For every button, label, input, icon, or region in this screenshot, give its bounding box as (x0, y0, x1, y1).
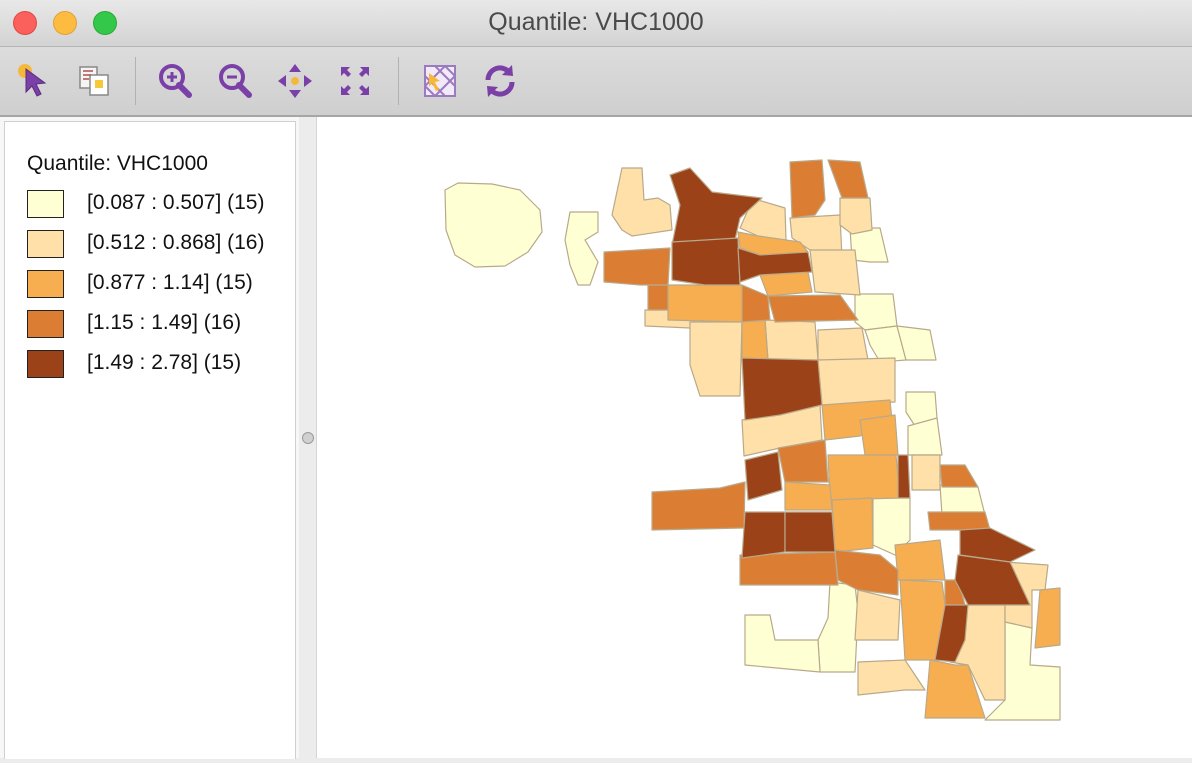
map-window: Quantile: VHC1000 Quantile: VHC1000 [0.0… (0, 0, 1192, 759)
legend-item-label: [1.49 : 2.78] (15) (87, 351, 242, 374)
legend-item-label: [0.087 : 0.507] (15) (87, 191, 265, 214)
map-region[interactable] (939, 484, 986, 516)
select-tool-button[interactable] (14, 61, 54, 101)
legend-item[interactable]: [1.49 : 2.78] (15) (27, 350, 297, 380)
legend-item[interactable]: [0.512 : 0.868] (16) (27, 230, 297, 260)
splitter-handle[interactable] (302, 432, 314, 444)
map-region[interactable] (809, 249, 861, 296)
map-region[interactable] (854, 293, 898, 331)
map-region[interactable] (784, 481, 833, 511)
selection-shape-button[interactable] (420, 61, 460, 101)
map-region[interactable] (651, 481, 746, 531)
refresh-icon (485, 65, 515, 97)
map-region[interactable] (857, 659, 926, 696)
map-region[interactable] (764, 319, 819, 361)
legend-box: Quantile: VHC1000 [0.087 : 0.507] (15) [… (4, 121, 296, 759)
legend-title: Quantile: VHC1000 (27, 152, 208, 175)
legend-panel: Quantile: VHC1000 [0.087 : 0.507] (15) [… (0, 117, 300, 759)
map-region[interactable] (817, 327, 869, 361)
map-region[interactable] (647, 284, 669, 311)
legend-swatch (27, 190, 64, 218)
pane-splitter[interactable] (299, 117, 317, 758)
map-region[interactable] (744, 614, 821, 673)
map-region[interactable] (759, 271, 813, 297)
legend-item-label: [0.877 : 1.14] (15) (87, 271, 253, 294)
map-region[interactable] (611, 167, 673, 237)
choropleth-map[interactable] (317, 117, 1192, 758)
toolbar-separator (398, 57, 399, 105)
map-region[interactable] (911, 454, 941, 491)
copy-icon (79, 66, 109, 96)
map-region[interactable] (777, 439, 829, 483)
map-region[interactable] (817, 581, 859, 673)
legend-item-label: [1.15 : 1.49] (16) (87, 311, 242, 334)
zoom-in-icon (159, 64, 192, 98)
map-region[interactable] (741, 511, 786, 559)
map-region[interactable] (854, 589, 901, 641)
pan-button[interactable] (275, 61, 315, 101)
map-region[interactable] (689, 321, 743, 397)
pan-arrows-icon (278, 64, 312, 98)
legend-item[interactable]: [1.15 : 1.49] (16) (27, 310, 297, 340)
fit-extent-button[interactable] (335, 61, 375, 101)
map-region[interactable] (444, 182, 543, 268)
map-region[interactable] (739, 551, 839, 586)
map-region[interactable] (897, 454, 911, 499)
full-extent-icon (341, 67, 369, 95)
toolbar (0, 47, 1192, 117)
zoom-in-button[interactable] (155, 61, 195, 101)
map-region[interactable] (741, 319, 769, 361)
copy-image-button[interactable] (74, 61, 114, 101)
title-bar: Quantile: VHC1000 (0, 0, 1192, 47)
map-region[interactable] (784, 511, 836, 553)
legend-swatch (27, 230, 64, 258)
legend-item[interactable]: [0.087 : 0.507] (15) (27, 190, 297, 220)
map-region[interactable] (817, 357, 896, 406)
map-region[interactable] (667, 284, 745, 323)
map-region[interactable] (603, 247, 671, 286)
map-region[interactable] (671, 237, 741, 286)
legend-item[interactable]: [0.877 : 1.14] (15) (27, 270, 297, 300)
toolbar-separator (135, 57, 136, 105)
zoom-out-button[interactable] (215, 61, 255, 101)
refresh-button[interactable] (480, 61, 520, 101)
map-selection-icon (424, 65, 456, 97)
legend-swatch (27, 350, 64, 378)
map-canvas[interactable] (317, 117, 1192, 758)
map-region[interactable] (831, 497, 874, 553)
map-region[interactable] (859, 414, 899, 456)
legend-swatch (27, 310, 64, 338)
map-region[interactable] (894, 539, 946, 581)
map-region[interactable] (789, 159, 826, 219)
map-region[interactable] (744, 451, 783, 501)
map-region[interactable] (827, 159, 869, 199)
legend-swatch (27, 270, 64, 298)
map-region[interactable] (939, 464, 979, 488)
window-title: Quantile: VHC1000 (488, 8, 704, 36)
legend-item-label: [0.512 : 0.868] (16) (87, 231, 265, 254)
pointer-icon (18, 64, 47, 97)
map-region[interactable] (767, 294, 859, 323)
map-region[interactable] (827, 454, 901, 501)
map-region[interactable] (1034, 587, 1061, 649)
map-region[interactable] (839, 197, 873, 235)
zoom-out-icon (219, 64, 252, 98)
map-region[interactable] (564, 211, 599, 286)
